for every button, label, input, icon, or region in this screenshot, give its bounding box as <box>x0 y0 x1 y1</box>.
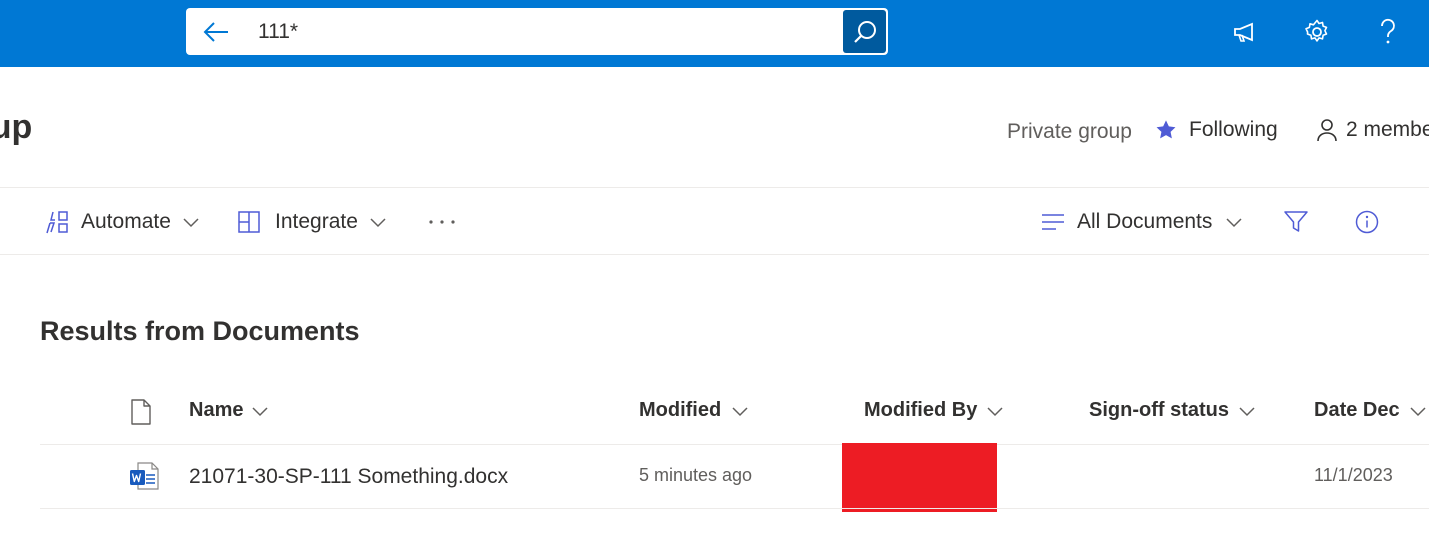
date-value: 11/1/2023 <box>1314 465 1393 485</box>
suite-bar <box>0 0 1429 67</box>
filter-button[interactable] <box>1283 204 1309 240</box>
search-box[interactable] <box>186 8 888 55</box>
integrate-panels-icon <box>238 211 260 233</box>
chevron-down-icon <box>987 406 1003 416</box>
chevron-down-icon <box>1239 406 1255 416</box>
chevron-down-icon <box>252 406 269 416</box>
chevron-down-icon <box>732 406 748 416</box>
modified-by-redaction <box>842 443 997 512</box>
word-doc-icon <box>129 461 159 496</box>
row-divider <box>40 508 1429 509</box>
column-header-signoff-status[interactable]: Sign-off status <box>1089 399 1256 422</box>
help-question-icon[interactable] <box>1366 12 1410 52</box>
command-bar-divider <box>0 254 1429 255</box>
chevron-down-icon <box>1410 406 1426 416</box>
privacy-label: Private group <box>1007 120 1132 143</box>
file-type-column-header[interactable] <box>130 399 152 425</box>
header-row-divider <box>40 444 1429 445</box>
header-divider <box>0 187 1429 188</box>
search-icon <box>853 20 876 43</box>
filter-funnel-icon <box>1284 211 1308 232</box>
members-label: 2 membe <box>1346 118 1429 141</box>
info-icon <box>1355 210 1379 234</box>
column-header-modified-by[interactable]: Modified By <box>864 399 1004 422</box>
search-input[interactable] <box>258 17 818 47</box>
view-label: All Documents <box>1077 210 1213 233</box>
automate-label: Automate <box>81 210 171 233</box>
view-switcher[interactable]: All Documents <box>1040 204 1243 240</box>
site-title[interactable]: oup <box>0 108 62 147</box>
more-options-button[interactable] <box>428 204 456 240</box>
list-lines-icon <box>1042 214 1064 230</box>
members-button[interactable]: 2 membe <box>1316 118 1429 142</box>
chevron-down-icon <box>183 218 199 228</box>
results-heading: Results from Documents <box>40 316 360 346</box>
integrate-label: Integrate <box>275 210 358 233</box>
column-header-modified[interactable]: Modified <box>639 399 749 422</box>
person-icon <box>1317 119 1337 142</box>
megaphone-icon[interactable] <box>1223 12 1267 52</box>
chevron-down-icon <box>370 218 386 228</box>
info-pane-button[interactable] <box>1355 204 1379 240</box>
file-name-link[interactable]: 21071-30-SP-111 Something.docx <box>189 465 508 489</box>
star-filled-icon <box>1156 120 1176 139</box>
integrate-menu[interactable]: Integrate <box>237 204 387 240</box>
chevron-down-icon <box>1226 218 1242 228</box>
column-header-date-dec[interactable]: Date Dec <box>1314 399 1427 422</box>
ellipsis-icon <box>429 220 455 224</box>
back-arrow-icon[interactable] <box>200 17 232 47</box>
settings-gear-icon[interactable] <box>1295 12 1339 52</box>
following-button[interactable]: Following <box>1155 118 1278 142</box>
following-label: Following <box>1189 118 1278 141</box>
document-icon <box>131 399 151 425</box>
modified-value: 5 minutes ago <box>639 465 753 485</box>
column-header-name[interactable]: Name <box>189 399 269 422</box>
search-button[interactable] <box>843 10 886 53</box>
automate-flow-icon <box>46 211 68 234</box>
automate-menu[interactable]: Automate <box>44 204 200 240</box>
